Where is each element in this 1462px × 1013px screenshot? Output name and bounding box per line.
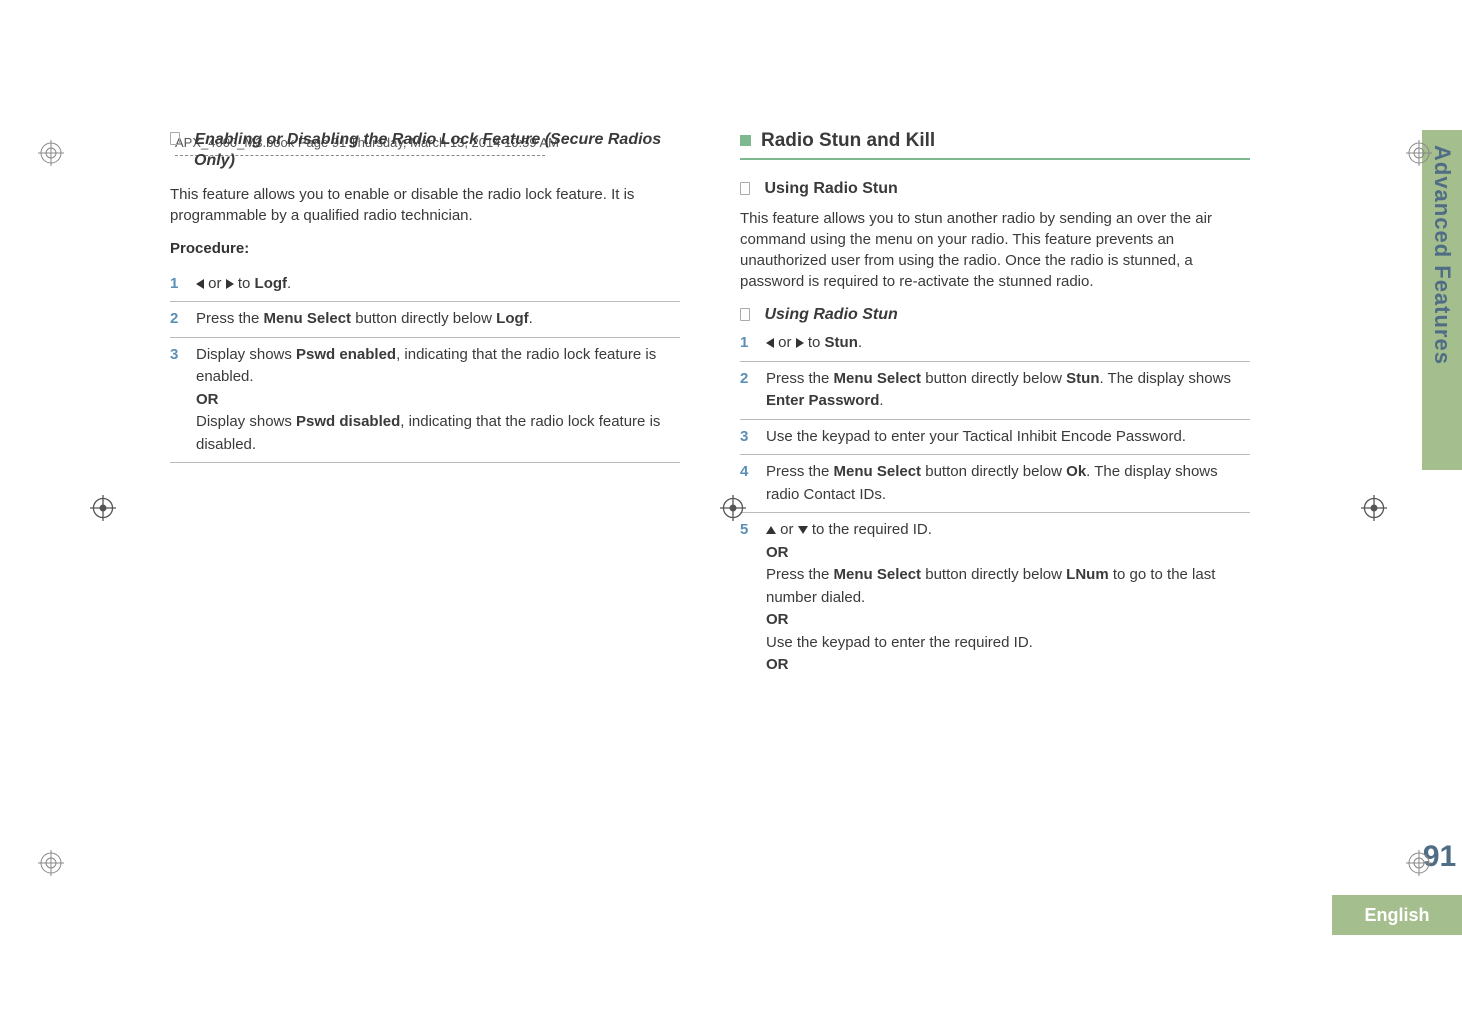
ui-label: Stun <box>1066 370 1099 387</box>
menu-select-label: Menu Select <box>834 566 922 583</box>
menu-select-label: Menu Select <box>264 310 352 327</box>
right-step-3: 3 Use the keypad to enter your Tactical … <box>740 420 1250 456</box>
doc-icon <box>740 182 750 195</box>
ui-label: Logf <box>496 310 528 327</box>
line2-pre: Press the <box>766 566 834 583</box>
step-number: 5 <box>740 519 766 542</box>
step-pre: Press the <box>196 310 264 327</box>
arrow-up-icon <box>766 526 776 534</box>
line3: Use the keypad to enter the required ID. <box>766 634 1033 651</box>
or-text: or <box>778 334 796 351</box>
right-column: Radio Stun and Kill Using Radio Stun Thi… <box>740 130 1250 683</box>
arrow-left-icon <box>196 279 204 289</box>
right-step-1: 1 or to Stun. <box>740 326 1250 362</box>
step-pre: Press the <box>766 463 834 480</box>
step-pre: Press the <box>766 370 834 387</box>
registration-mark-icon <box>1406 140 1432 166</box>
step-post: . <box>879 392 883 409</box>
step-line2-pre: Display shows <box>196 413 296 430</box>
right-intro: This feature allows you to stun another … <box>740 208 1250 292</box>
left-heading: Enabling or Disabling the Radio Lock Fea… <box>194 130 680 172</box>
step-number: 1 <box>740 332 766 355</box>
right-step-4: 4 Press the Menu Select button directly … <box>740 455 1250 513</box>
step-number: 3 <box>740 426 766 449</box>
ui-label: Pswd enabled <box>296 346 396 363</box>
step-mid: to the required ID. <box>812 521 932 538</box>
step-post: . <box>858 334 862 351</box>
procedure-label: Procedure: <box>170 240 680 257</box>
step-number: 2 <box>170 308 196 331</box>
main-heading: Radio Stun and Kill <box>740 130 1250 152</box>
or-label: OR <box>766 611 789 628</box>
step-mid: button directly below <box>355 310 496 327</box>
left-step-3: 3 Display shows Pswd enabled, indicating… <box>170 338 680 464</box>
step-text: Use the keypad to enter your Tactical In… <box>766 426 1250 449</box>
or-label: OR <box>196 391 219 408</box>
registration-mark-icon <box>38 850 64 876</box>
step-post: . <box>529 310 533 327</box>
registration-mark-icon <box>1406 850 1432 876</box>
menu-select-label: Menu Select <box>834 370 922 387</box>
crosshair-mark-icon <box>720 495 746 521</box>
step-mid: to <box>808 334 825 351</box>
left-column: Enabling or Disabling the Radio Lock Fea… <box>170 130 680 683</box>
or-label: OR <box>766 544 789 561</box>
arrow-right-icon <box>796 338 804 348</box>
crosshair-mark-icon <box>1361 495 1387 521</box>
sub-heading-2-text: Using Radio Stun <box>764 306 897 323</box>
right-step-2: 2 Press the Menu Select button directly … <box>740 362 1250 420</box>
step-number: 1 <box>170 273 196 296</box>
language-box: English <box>1332 895 1462 935</box>
arrow-down-icon <box>798 526 808 534</box>
step-mid1: button directly below <box>925 370 1066 387</box>
sub-heading: Using Radio Stun <box>764 180 1250 198</box>
language-label: English <box>1364 905 1429 925</box>
step-mid: button directly below <box>925 463 1066 480</box>
menu-select-label: Menu Select <box>834 463 922 480</box>
ui-label: Logf <box>255 275 287 292</box>
crosshair-mark-icon <box>90 495 116 521</box>
or-text: or <box>208 275 226 292</box>
heading-rule <box>740 158 1250 160</box>
square-bullet-icon <box>740 135 751 146</box>
ui-label: Stun <box>825 334 858 351</box>
step-text: to <box>238 275 255 292</box>
step-mid2: . The display shows <box>1099 370 1230 387</box>
registration-mark-icon <box>38 140 64 166</box>
left-step-1: 1 or to Logf. <box>170 267 680 303</box>
ui-label: Enter Password <box>766 392 879 409</box>
ui-label: Pswd disabled <box>296 413 400 430</box>
doc-icon <box>740 308 750 321</box>
step-number: 4 <box>740 461 766 484</box>
left-step-2: 2 Press the Menu Select button directly … <box>170 302 680 338</box>
left-heading-text: Enabling or Disabling the Radio Lock Fea… <box>194 131 661 169</box>
ui-label: LNum <box>1066 566 1109 583</box>
doc-icon <box>170 132 180 145</box>
or-text: or <box>780 521 798 538</box>
ui-label: Ok <box>1066 463 1086 480</box>
step-line1-pre: Display shows <box>196 346 296 363</box>
step-number: 2 <box>740 368 766 391</box>
right-step-5: 5 or to the required ID. OR Press the Me… <box>740 513 1250 683</box>
sub-heading-2: Using Radio Stun <box>764 306 1250 324</box>
arrow-right-icon <box>226 279 234 289</box>
line2-mid: button directly below <box>925 566 1066 583</box>
side-tab-label: Advanced Features <box>1429 145 1455 365</box>
left-intro: This feature allows you to enable or dis… <box>170 184 680 226</box>
sub-heading-text: Using Radio Stun <box>764 180 897 197</box>
step-number: 3 <box>170 344 196 367</box>
main-heading-text: Radio Stun and Kill <box>761 130 935 151</box>
step-post: . <box>287 275 291 292</box>
or-label: OR <box>766 656 789 673</box>
arrow-left-icon <box>766 338 774 348</box>
